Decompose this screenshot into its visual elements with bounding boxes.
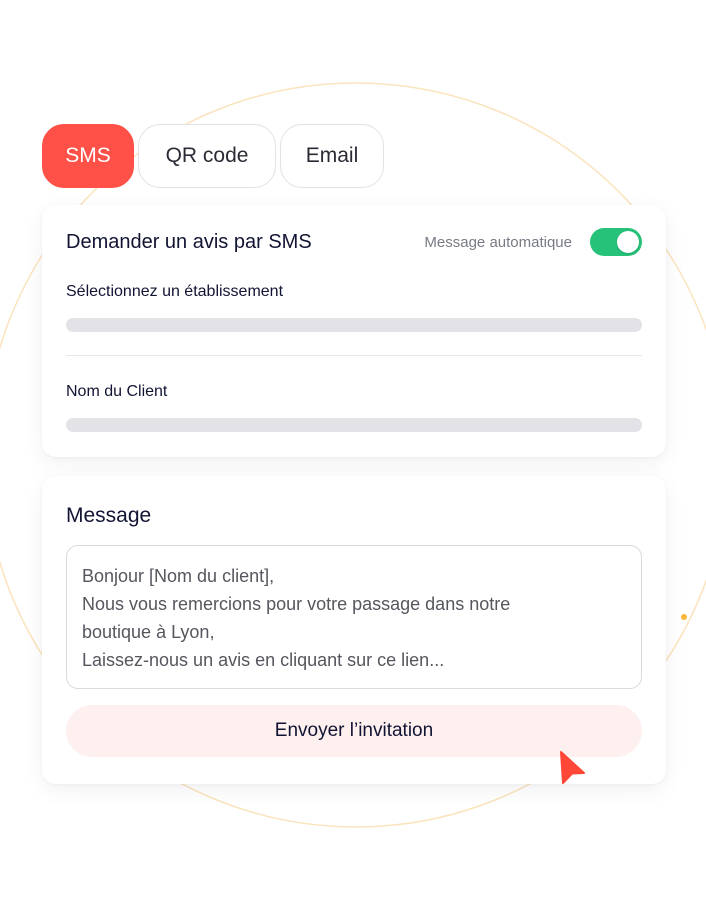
message-line: Bonjour [Nom du client], bbox=[82, 566, 275, 586]
auto-message-toggle[interactable] bbox=[590, 228, 642, 256]
toggle-knob bbox=[617, 231, 639, 253]
sms-request-card: Demander un avis par SMS Message automat… bbox=[42, 205, 666, 457]
message-line: Nous vous remercions pour votre passage … bbox=[82, 594, 511, 614]
tab-email-label: Email bbox=[305, 144, 359, 167]
tab-qr-code[interactable]: QR code bbox=[138, 124, 276, 188]
tab-qr-code-label: QR code bbox=[165, 144, 249, 167]
send-invitation-button[interactable]: Envoyer l’invitation bbox=[66, 705, 642, 757]
tab-sms-label: SMS bbox=[65, 144, 111, 167]
establishment-label: Sélectionnez un établissement bbox=[66, 283, 284, 300]
client-name-label: Nom du Client bbox=[66, 383, 168, 400]
divider bbox=[66, 355, 642, 356]
auto-message-label: Message automatique bbox=[424, 234, 572, 251]
message-textarea[interactable]: Bonjour [Nom du client], Nous vous remer… bbox=[66, 545, 642, 689]
message-line: boutique à Lyon, bbox=[82, 622, 215, 642]
sms-card-title: Demander un avis par SMS bbox=[66, 231, 312, 253]
message-line: Laissez-nous un avis en cliquant sur ce … bbox=[82, 650, 445, 670]
message-card: Message Bonjour [Nom du client], Nous vo… bbox=[42, 476, 666, 784]
send-invitation-label: Envoyer l’invitation bbox=[274, 720, 434, 741]
client-name-input[interactable] bbox=[66, 418, 642, 432]
message-title: Message bbox=[66, 504, 152, 527]
tab-sms[interactable]: SMS bbox=[42, 124, 134, 188]
tab-email[interactable]: Email bbox=[280, 124, 384, 188]
establishment-select[interactable] bbox=[66, 318, 642, 332]
mouse-cursor-icon bbox=[560, 751, 585, 784]
